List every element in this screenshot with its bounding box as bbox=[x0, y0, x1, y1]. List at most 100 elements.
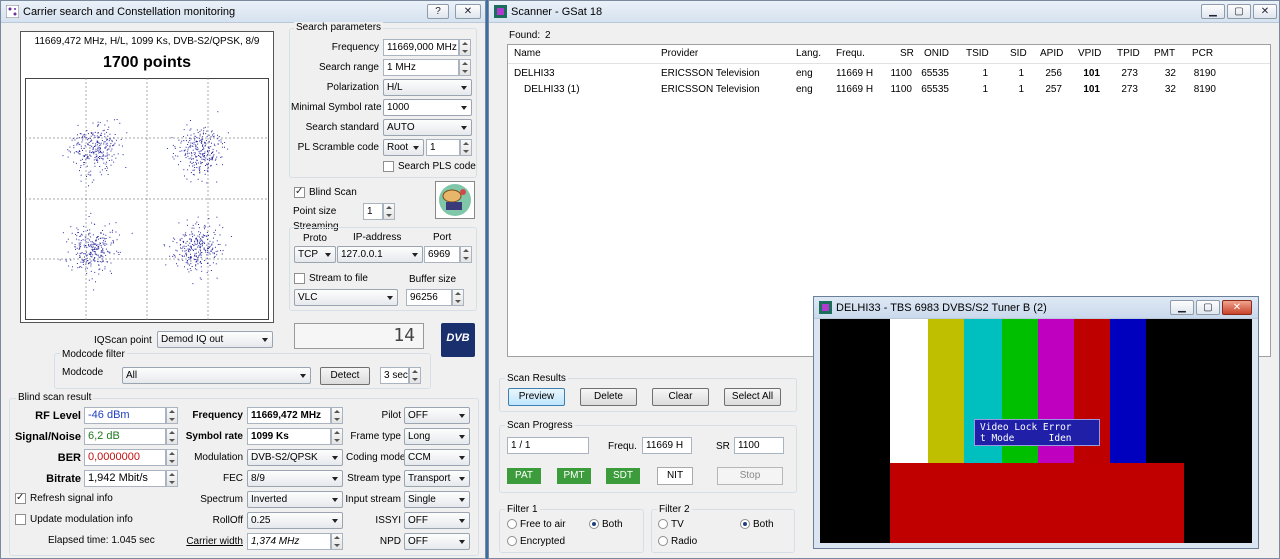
cell-vpid: 101 bbox=[1083, 84, 1100, 95]
pls-code-input[interactable]: 1 bbox=[426, 139, 460, 156]
scanner-maximize-button[interactable]: ▢ bbox=[1227, 4, 1251, 19]
pilot-select[interactable]: OFF bbox=[404, 407, 470, 424]
constellation-point bbox=[206, 254, 208, 256]
constellation-point bbox=[88, 234, 90, 236]
proto-select[interactable]: TCP bbox=[294, 246, 336, 263]
modcode-select[interactable]: All bbox=[122, 367, 311, 384]
constellation-point bbox=[99, 149, 101, 151]
frequency-input[interactable]: 11669,000 MHz bbox=[383, 39, 459, 56]
scanner-titlebar[interactable]: Scanner - GSat 18 ▁ ▢ ✕ bbox=[489, 1, 1279, 23]
frame-type-select[interactable]: Long bbox=[404, 428, 470, 445]
frequency-spinner[interactable] bbox=[459, 39, 471, 56]
refresh-signal-checkbox[interactable] bbox=[15, 492, 26, 504]
encrypted-radio[interactable] bbox=[507, 536, 517, 546]
stream-type-select[interactable]: Transport bbox=[404, 470, 470, 487]
col-pcr[interactable]: PCR bbox=[1192, 45, 1213, 63]
video-close-button[interactable]: ✕ bbox=[1222, 300, 1252, 315]
constellation-point bbox=[218, 140, 220, 142]
search-standard-select[interactable]: AUTO bbox=[383, 119, 472, 136]
spectrum-select[interactable]: Inverted bbox=[247, 491, 343, 508]
radio-radio[interactable] bbox=[658, 536, 668, 546]
filter2-both-radio[interactable] bbox=[740, 519, 750, 529]
buffer-size-input[interactable]: 96256 bbox=[406, 289, 452, 306]
constellation-point bbox=[94, 131, 96, 133]
coding-mode-select[interactable]: CCM bbox=[404, 449, 470, 466]
search-range-spinner[interactable] bbox=[459, 59, 471, 76]
col-vpid[interactable]: VPID bbox=[1078, 45, 1101, 63]
col-sr[interactable]: SR bbox=[900, 45, 914, 63]
col-sid[interactable]: SID bbox=[1010, 45, 1027, 63]
symbol-rate-spinner[interactable] bbox=[331, 428, 343, 445]
search-range-input[interactable]: 1 MHz bbox=[383, 59, 459, 76]
polarization-select[interactable]: H/L bbox=[383, 79, 472, 96]
npd-select[interactable]: OFF bbox=[404, 533, 470, 550]
filter1-both-radio[interactable] bbox=[589, 519, 599, 529]
constellation-point bbox=[182, 234, 184, 236]
col-pmt[interactable]: PMT bbox=[1154, 45, 1175, 63]
point-size-spinner[interactable] bbox=[383, 203, 395, 220]
constellation-point bbox=[195, 144, 197, 146]
video-maximize-button[interactable]: ▢ bbox=[1196, 300, 1220, 315]
stop-button[interactable]: Stop bbox=[717, 467, 783, 485]
col-lang[interactable]: Lang. bbox=[796, 45, 821, 63]
delete-button[interactable]: Delete bbox=[580, 388, 637, 406]
blind-scan-checkbox[interactable] bbox=[294, 186, 305, 198]
buffer-size-spinner[interactable] bbox=[452, 289, 464, 306]
ip-address-select[interactable]: 127.0.0.1 bbox=[337, 246, 423, 263]
detect-time-spinner[interactable] bbox=[409, 367, 421, 384]
table-row[interactable]: DELHI33 ERICSSON Television eng 11669 H … bbox=[508, 66, 1248, 82]
detect-button[interactable]: Detect bbox=[320, 367, 370, 385]
search-pls-checkbox[interactable] bbox=[383, 161, 394, 172]
col-name[interactable]: Name bbox=[514, 45, 541, 63]
tv-radio[interactable] bbox=[658, 519, 668, 529]
constellation-point bbox=[222, 143, 223, 145]
pls-mode-select[interactable]: Root bbox=[383, 139, 424, 156]
col-tsid[interactable]: TSID bbox=[966, 45, 989, 63]
pls-code-spinner[interactable] bbox=[460, 139, 472, 156]
player-select[interactable]: VLC bbox=[294, 289, 398, 306]
video-frame[interactable]: Video Lock Error t Mode Iden bbox=[820, 319, 1252, 543]
clear-button[interactable]: Clear bbox=[652, 388, 709, 406]
carrier-width-spinner[interactable] bbox=[331, 533, 343, 550]
free-to-air-radio[interactable] bbox=[507, 519, 517, 529]
fec-select[interactable]: 8/9 bbox=[247, 470, 343, 487]
iqscan-select[interactable]: Demod IQ out bbox=[157, 331, 273, 348]
constellation-point bbox=[98, 150, 100, 152]
point-size-input[interactable]: 1 bbox=[363, 203, 383, 220]
col-provider[interactable]: Provider bbox=[661, 45, 698, 63]
col-apid[interactable]: APID bbox=[1040, 45, 1063, 63]
modulation-select[interactable]: DVB-S2/QPSK bbox=[247, 449, 343, 466]
update-modulation-checkbox[interactable] bbox=[15, 514, 26, 525]
constellation-point bbox=[83, 253, 85, 254]
col-tpid[interactable]: TPID bbox=[1117, 45, 1140, 63]
video-minimize-button[interactable]: ▁ bbox=[1170, 300, 1194, 315]
select-all-button[interactable]: Select All bbox=[724, 388, 781, 406]
constellation-point bbox=[164, 245, 166, 247]
constellation-point bbox=[200, 266, 202, 268]
constellation-point bbox=[199, 249, 201, 251]
port-spinner[interactable] bbox=[460, 246, 472, 263]
detect-time-input[interactable]: 3 sec bbox=[380, 367, 409, 384]
input-stream-select[interactable]: Single bbox=[404, 491, 470, 508]
satellite-logo-button[interactable] bbox=[435, 181, 475, 219]
min-sr-select[interactable]: 1000 bbox=[383, 99, 472, 116]
cell-tpid: 273 bbox=[1121, 84, 1138, 95]
issyi-select[interactable]: OFF bbox=[404, 512, 470, 529]
preview-button[interactable]: Preview bbox=[508, 388, 565, 406]
port-input[interactable]: 6969 bbox=[424, 246, 460, 263]
close-button[interactable]: ✕ bbox=[455, 4, 481, 19]
scanner-minimize-button[interactable]: ▁ bbox=[1201, 4, 1225, 19]
stream-to-file-checkbox[interactable] bbox=[294, 273, 305, 284]
table-row[interactable]: DELHI33 (1) ERICSSON Television eng 1166… bbox=[508, 82, 1248, 98]
rolloff-select[interactable]: 0.25 bbox=[247, 512, 343, 529]
left-titlebar[interactable]: Carrier search and Constellation monitor… bbox=[1, 1, 485, 23]
video-titlebar[interactable]: DELHI33 - TBS 6983 DVBS/S2 Tuner B (2) ▁… bbox=[814, 297, 1258, 319]
col-frequ[interactable]: Frequ. bbox=[836, 45, 865, 63]
constellation-point bbox=[76, 247, 78, 249]
result-frequency-spinner[interactable] bbox=[331, 407, 343, 424]
scanner-close-button[interactable]: ✕ bbox=[1253, 4, 1277, 19]
col-onid[interactable]: ONID bbox=[924, 45, 949, 63]
help-button[interactable]: ? bbox=[427, 4, 449, 19]
constellation-point bbox=[102, 260, 104, 262]
carrier-width-label[interactable]: Carrier width bbox=[171, 536, 243, 547]
